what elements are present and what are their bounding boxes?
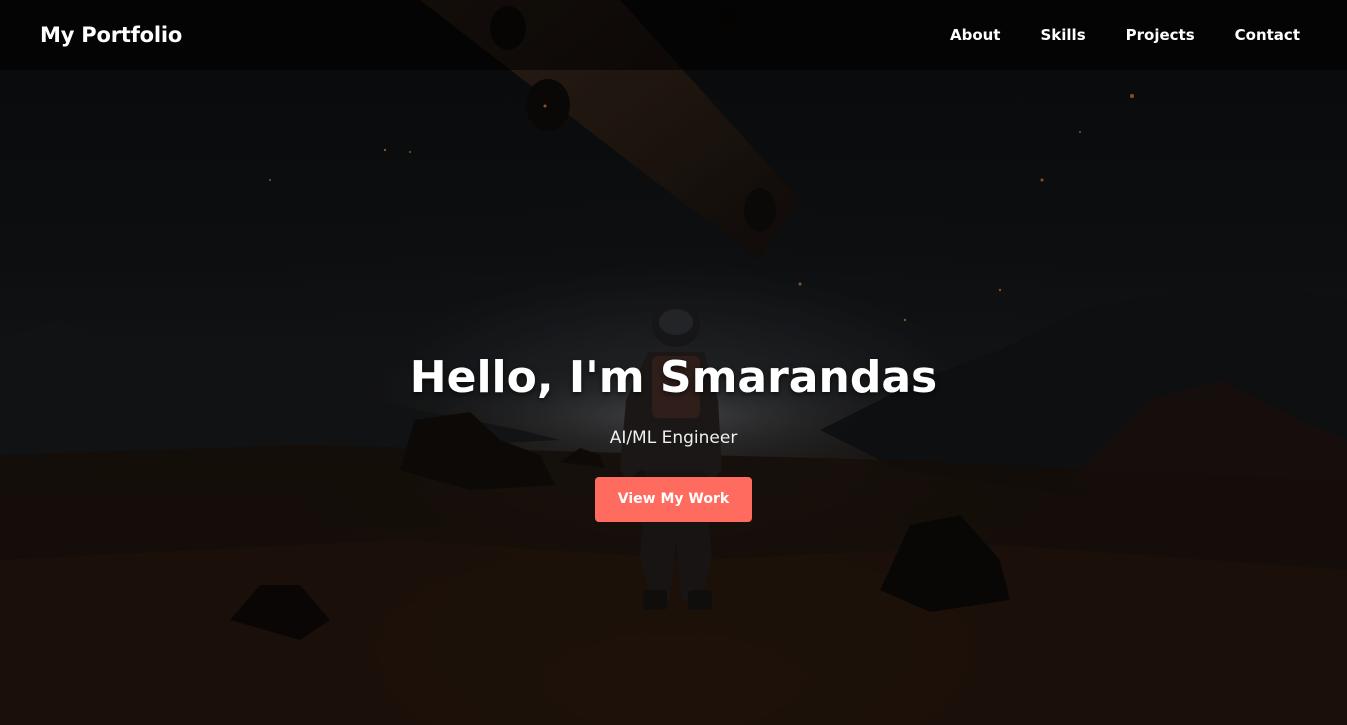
- nav-link-about[interactable]: About: [950, 26, 1001, 44]
- nav-link-projects[interactable]: Projects: [1126, 26, 1195, 44]
- hero-section: My Portfolio About Skills Projects Conta…: [0, 0, 1347, 725]
- brand-logo[interactable]: My Portfolio: [40, 23, 182, 47]
- nav-link-contact[interactable]: Contact: [1235, 26, 1300, 44]
- view-my-work-button[interactable]: View My Work: [594, 477, 753, 522]
- hero-subtitle: AI/ML Engineer: [609, 428, 738, 448]
- hero-title: Hello, I'm Smarandas: [409, 352, 938, 403]
- nav-link-skills[interactable]: Skills: [1040, 26, 1085, 44]
- hero-content: Hello, I'm Smarandas AI/ML Engineer View…: [0, 345, 1347, 522]
- nav-links: About Skills Projects Contact: [950, 26, 1300, 44]
- navbar: My Portfolio About Skills Projects Conta…: [0, 0, 1347, 70]
